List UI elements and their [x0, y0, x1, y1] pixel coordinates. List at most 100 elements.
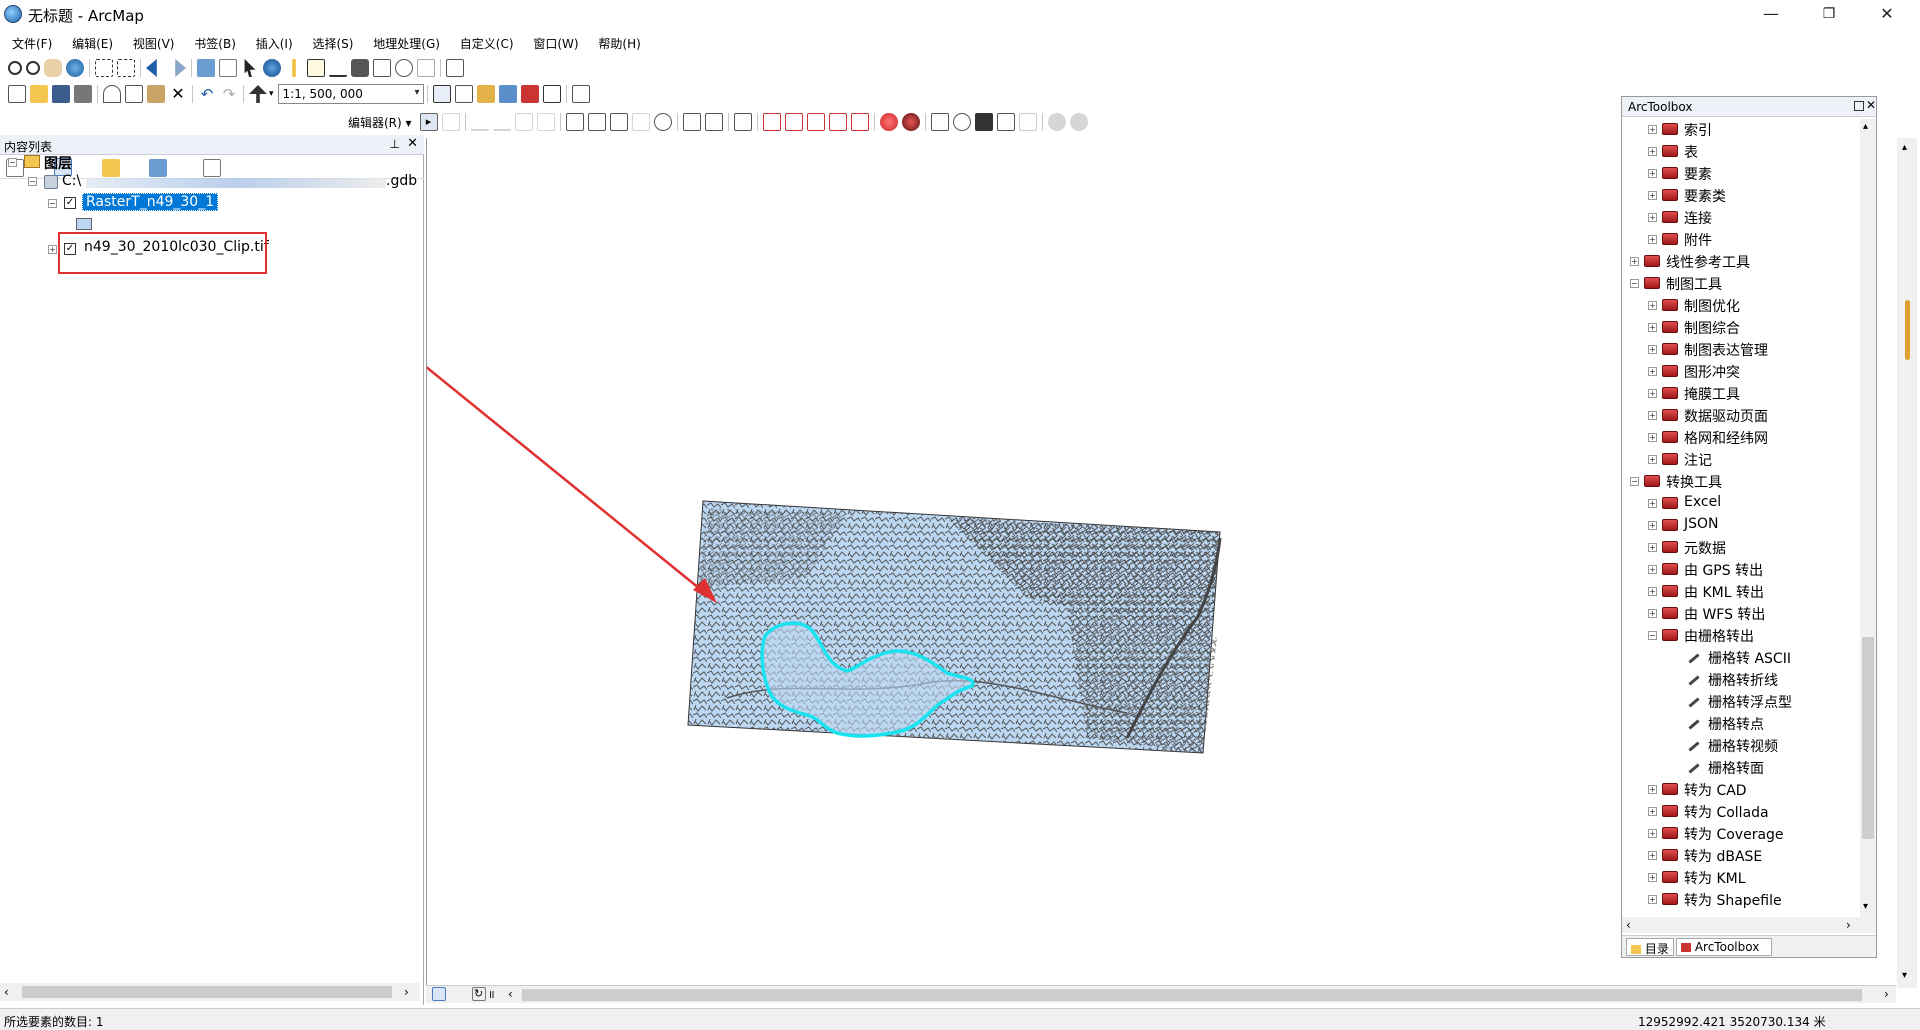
- expand-icon[interactable]: +: [1630, 257, 1639, 266]
- spatial-adjustment-icon[interactable]: [974, 113, 993, 131]
- paste-icon[interactable]: [147, 85, 165, 103]
- list-by-visibility-icon[interactable]: [101, 159, 120, 177]
- tab-arctoolbox[interactable]: ArcToolbox: [1676, 938, 1772, 956]
- expand-icon[interactable]: +: [1648, 411, 1657, 420]
- reshape-feature-icon[interactable]: [587, 113, 606, 131]
- scrollbar-thumb[interactable]: [1862, 637, 1874, 839]
- error-inspector-icon[interactable]: [901, 113, 920, 131]
- list-by-selection-icon[interactable]: [149, 159, 168, 177]
- expand-icon[interactable]: +: [1648, 125, 1657, 134]
- expand-icon[interactable]: +: [1648, 367, 1657, 376]
- collapse-icon[interactable]: −: [48, 199, 57, 208]
- chevron-down-icon[interactable]: ▾: [415, 87, 420, 98]
- expand-icon[interactable]: +: [1648, 169, 1657, 178]
- menu-geoprocessing[interactable]: 地理处理(G): [373, 32, 440, 52]
- split-icon[interactable]: [631, 113, 650, 131]
- undo-icon[interactable]: ↶: [198, 85, 216, 103]
- scrollbar-thumb[interactable]: [522, 989, 1862, 1001]
- redo-icon[interactable]: ↷: [220, 85, 238, 103]
- menu-bookmarks[interactable]: 书签(B): [194, 32, 236, 52]
- menu-selection[interactable]: 选择(S): [312, 32, 353, 52]
- gear-icon[interactable]: [1047, 113, 1066, 131]
- layer-visibility-checkbox[interactable]: ✓: [64, 197, 76, 209]
- select-features-icon[interactable]: [197, 59, 215, 77]
- cut-polygons-icon[interactable]: [609, 113, 628, 131]
- topology-edit-icon[interactable]: [784, 113, 803, 131]
- expand-icon[interactable]: +: [1648, 323, 1657, 332]
- scroll-right-icon[interactable]: ›: [1884, 987, 1889, 1001]
- scroll-left-icon[interactable]: ‹: [508, 987, 513, 1001]
- fixed-zoom-out-icon[interactable]: [117, 59, 135, 77]
- cut-icon[interactable]: [103, 85, 121, 103]
- pause-icon[interactable]: ॥: [488, 987, 495, 1002]
- grid-icon[interactable]: [996, 113, 1015, 131]
- menu-insert[interactable]: 插入(I): [256, 32, 293, 52]
- zoom-out-icon[interactable]: [26, 61, 40, 75]
- scroll-left-icon[interactable]: ‹: [4, 985, 9, 999]
- viewer-window-icon[interactable]: [446, 59, 464, 77]
- expand-icon[interactable]: +: [1648, 455, 1657, 464]
- close-button[interactable]: ✕: [1864, 0, 1910, 28]
- topology-split-icon[interactable]: [806, 113, 825, 131]
- toc-options-icon[interactable]: [203, 159, 222, 177]
- raster-layer[interactable]: [687, 500, 1222, 754]
- copy-icon[interactable]: [125, 85, 143, 103]
- expand-icon[interactable]: +: [1648, 873, 1657, 882]
- edit-vertices-icon[interactable]: [565, 113, 584, 131]
- refresh-icon[interactable]: [952, 113, 971, 131]
- end-point-arc-icon[interactable]: [492, 113, 511, 131]
- scroll-right-icon[interactable]: ›: [404, 985, 409, 999]
- georeferencing-icon[interactable]: [930, 113, 949, 131]
- scroll-up-icon[interactable]: ▴: [1863, 121, 1868, 132]
- pan-icon[interactable]: [44, 59, 62, 77]
- measure-icon[interactable]: [329, 59, 347, 77]
- menu-edit[interactable]: 编辑(E): [72, 32, 113, 52]
- scroll-down-icon[interactable]: ▾: [1863, 901, 1868, 912]
- model-builder-icon[interactable]: [571, 85, 590, 103]
- edit-annotation-icon[interactable]: [441, 113, 460, 131]
- options-icon[interactable]: [1069, 113, 1088, 131]
- find-route-icon[interactable]: [373, 59, 391, 77]
- delete-icon[interactable]: ✕: [169, 85, 187, 103]
- scroll-left-icon[interactable]: ‹: [1626, 918, 1631, 932]
- layer-rastert-name[interactable]: RasterT_n49_30_1: [82, 193, 219, 211]
- create-features-icon[interactable]: [733, 113, 752, 131]
- layers-root-label[interactable]: 图层: [44, 153, 72, 173]
- go-to-xy-icon[interactable]: [395, 59, 413, 77]
- hyperlink-icon[interactable]: [292, 59, 296, 77]
- expand-icon[interactable]: +: [1648, 433, 1657, 442]
- maximize-button[interactable]: ❐: [1806, 0, 1852, 28]
- search-window-icon[interactable]: [498, 85, 517, 103]
- layer-symbol-swatch[interactable]: [76, 218, 92, 230]
- arctoolbox-horizontal-scrollbar[interactable]: ‹ ›: [1622, 917, 1876, 933]
- arctoolbox-icon[interactable]: [520, 85, 539, 103]
- expand-icon[interactable]: +: [1648, 851, 1657, 860]
- tab-catalog[interactable]: 目录: [1626, 938, 1674, 956]
- sketch-properties-icon[interactable]: [704, 113, 723, 131]
- expand-icon[interactable]: +: [1648, 543, 1657, 552]
- menu-view[interactable]: 视图(V): [133, 32, 175, 52]
- html-popup-icon[interactable]: [307, 59, 325, 77]
- full-extent-icon[interactable]: [66, 59, 84, 77]
- scrollbar-thumb[interactable]: [22, 986, 392, 998]
- edit-tool-icon[interactable]: ▸: [419, 113, 438, 131]
- straight-segment-icon[interactable]: [470, 113, 489, 131]
- pin-icon[interactable]: ⊥: [390, 137, 400, 151]
- expand-icon[interactable]: +: [1648, 785, 1657, 794]
- save-icon[interactable]: [52, 85, 70, 103]
- expand-icon[interactable]: +: [1648, 213, 1657, 222]
- add-data-icon[interactable]: [249, 85, 267, 103]
- scroll-right-icon[interactable]: ›: [1846, 918, 1851, 932]
- point-icon[interactable]: [536, 113, 555, 131]
- menu-windows[interactable]: 窗口(W): [533, 32, 578, 52]
- horizontal-scrollbar[interactable]: ‹ ›: [0, 983, 420, 1001]
- data-view-icon[interactable]: [432, 987, 446, 1001]
- find-icon[interactable]: [351, 59, 369, 77]
- topology-reshape-icon[interactable]: [850, 113, 869, 131]
- gdb-path-prefix[interactable]: C:\: [62, 173, 81, 189]
- expand-icon[interactable]: +: [1648, 829, 1657, 838]
- clear-selection-icon[interactable]: [219, 59, 237, 77]
- minimize-button[interactable]: —: [1748, 0, 1794, 28]
- expand-icon[interactable]: +: [1648, 147, 1657, 156]
- scroll-track[interactable]: [1901, 170, 1913, 960]
